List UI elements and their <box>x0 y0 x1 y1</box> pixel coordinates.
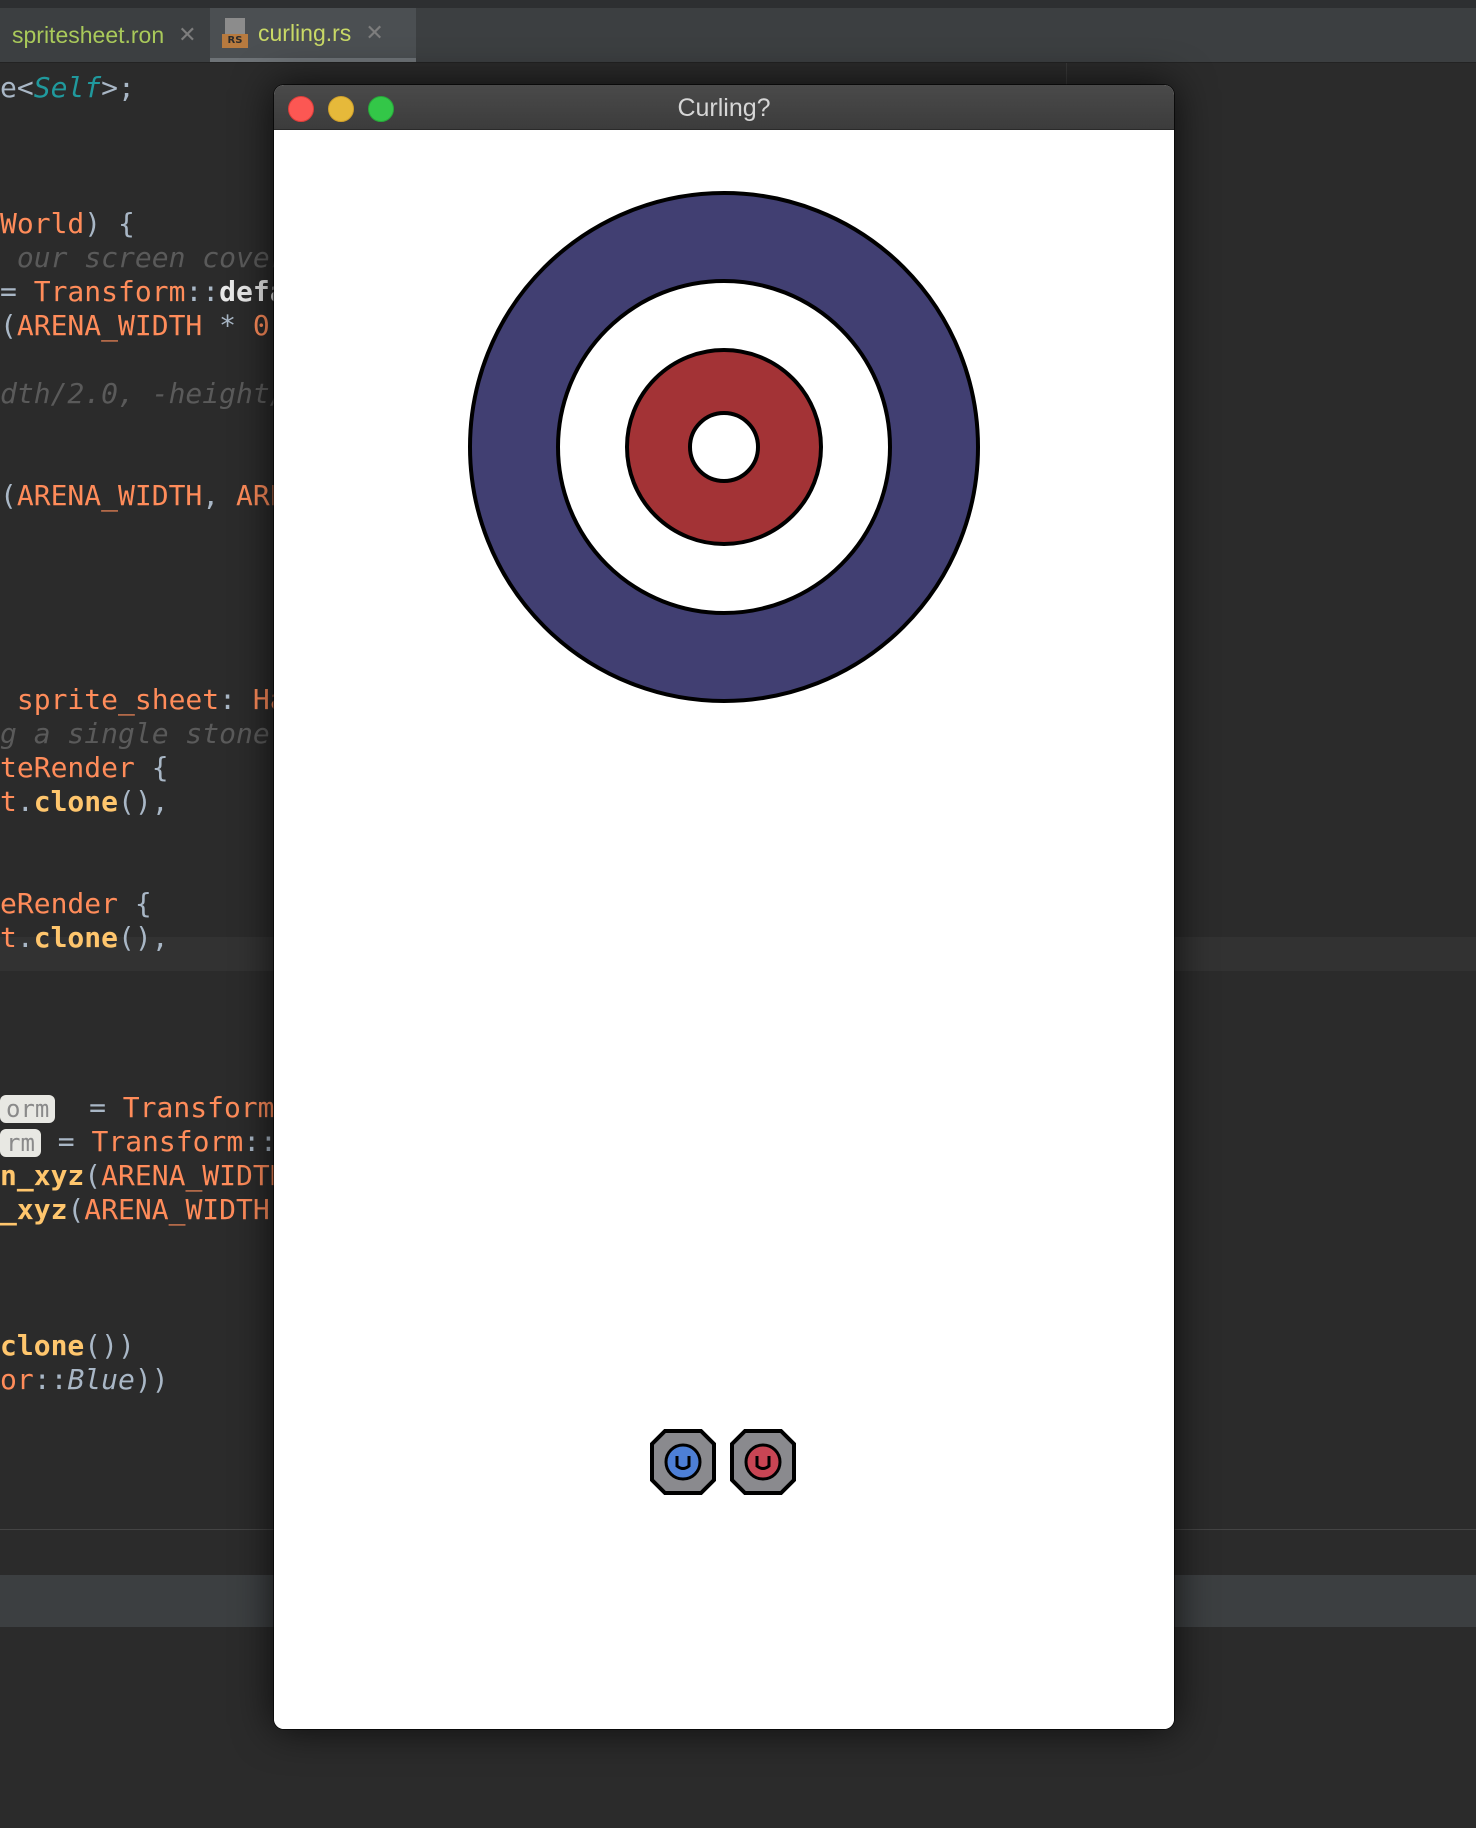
window-title: Curling? <box>677 94 771 122</box>
code-line: teRender { <box>0 751 169 784</box>
code-line: our screen covers <box>0 241 304 274</box>
code-line: World) { <box>0 207 135 240</box>
tab-curling[interactable]: RS curling.rs ✕ <box>210 8 416 62</box>
code-line: (ARENA_WIDTH, AREN <box>0 479 304 512</box>
code-line: sprite_sheet: Han <box>16 683 304 716</box>
game-window[interactable]: Curling? <box>274 85 1174 1729</box>
code-line: g a single stone : <box>0 717 304 750</box>
tab-label: spritesheet.ron <box>12 21 165 48</box>
code-line: rm = Transform::d <box>0 1125 294 1159</box>
code-line: clone()) <box>0 1329 135 1362</box>
button <box>688 411 760 483</box>
code-line: _xyz(ARENA_WIDTH / <box>0 1193 303 1226</box>
code-line: t.clone(), <box>0 785 169 818</box>
close-icon[interactable]: ✕ <box>365 20 383 46</box>
code-line: = Transform::defau <box>0 275 304 308</box>
curling-house <box>468 191 980 703</box>
code-line: dth/2.0, -height/2 <box>0 377 304 410</box>
code-line: (ARENA_WIDTH * 0.5 <box>0 309 303 342</box>
code-line: eRender { <box>0 887 152 920</box>
code-line: orm = Transform:: <box>0 1091 308 1125</box>
tab-spritesheet[interactable]: spritesheet.ron ✕ <box>0 8 205 62</box>
code-line: e<Self>; <box>0 71 135 104</box>
window-titlebar[interactable]: Curling? <box>274 85 1174 130</box>
red-stone[interactable] <box>730 1429 796 1495</box>
rust-file-icon: RS <box>222 18 248 48</box>
code-line: or::Blue)) <box>0 1363 169 1396</box>
blue-stone[interactable] <box>650 1429 716 1495</box>
code-line: n_xyz(ARENA_WIDTH <box>0 1159 287 1192</box>
game-canvas[interactable] <box>274 130 1174 1729</box>
tab-label: curling.rs <box>258 19 352 46</box>
close-icon[interactable]: ✕ <box>178 22 196 48</box>
editor-tab-bar: spritesheet.ron ✕ RS curling.rs ✕ <box>0 0 1476 63</box>
game-scene <box>468 191 980 1495</box>
code-line: t.clone(), <box>0 921 169 954</box>
